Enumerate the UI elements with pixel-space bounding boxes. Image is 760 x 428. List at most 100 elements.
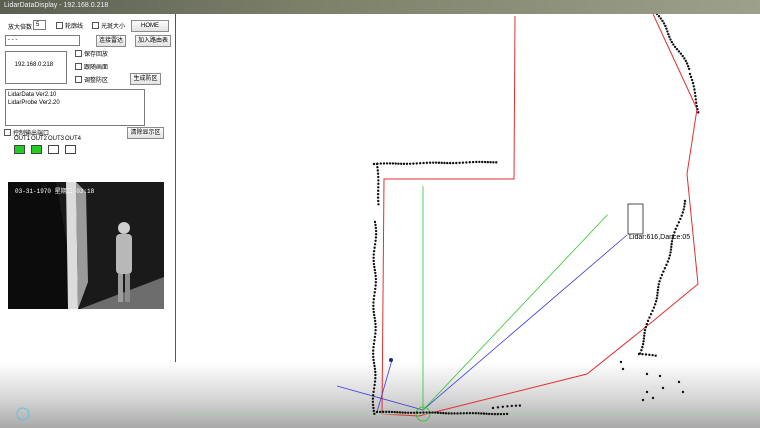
scan-point — [693, 88, 696, 91]
scan-point — [666, 30, 669, 33]
lidar-plot[interactable] — [177, 14, 760, 428]
scan-point — [651, 396, 655, 400]
scan-point — [372, 355, 375, 359]
scan-point — [373, 265, 376, 269]
scan-point — [374, 226, 378, 230]
scan-point — [690, 78, 694, 82]
checkbox-follow-view-box[interactable] — [75, 63, 82, 70]
scan-point — [372, 409, 376, 413]
scan-point — [439, 411, 442, 415]
scan-point — [373, 339, 376, 342]
scan-point — [657, 283, 661, 286]
scan-point — [418, 162, 422, 165]
scan-point — [372, 307, 375, 311]
scan-point — [672, 43, 675, 46]
scan-point — [373, 367, 377, 371]
scan-point — [692, 85, 695, 88]
scan-point — [641, 353, 644, 356]
ip-address-input[interactable]: - - - — [5, 35, 80, 46]
scan-point — [680, 214, 683, 217]
scan-point — [691, 81, 695, 85]
device-list[interactable]: 192.168.0.218 — [5, 51, 67, 84]
zone-outline — [381, 14, 699, 417]
checkbox-outline-box[interactable] — [56, 22, 63, 29]
checkbox-spot-size-box[interactable] — [92, 22, 99, 29]
scan-point — [684, 59, 688, 63]
scan-point — [696, 108, 699, 111]
scan-point — [681, 390, 685, 394]
scan-point — [669, 248, 673, 251]
scan-point — [683, 199, 687, 203]
scan-point — [374, 274, 377, 278]
scan-point — [377, 179, 380, 182]
scan-point — [372, 249, 376, 253]
scan-point — [679, 52, 683, 55]
scan-point — [377, 186, 380, 189]
scan-point — [373, 412, 376, 416]
checkbox-save-playback[interactable]: 保存回放 — [75, 49, 108, 58]
zoom-input[interactable]: 5 — [33, 20, 46, 30]
scan-point — [372, 361, 376, 365]
scan-point — [372, 342, 376, 346]
scan-point — [450, 412, 453, 415]
scan-point — [669, 251, 672, 254]
checkbox-outline[interactable]: 轮廓线 — [56, 21, 83, 30]
checkbox-follow-view[interactable]: 跟随画面 — [75, 62, 108, 71]
out3-indicator — [48, 145, 59, 154]
scan-point — [505, 412, 509, 416]
scan-point — [374, 370, 377, 374]
scan-point — [372, 390, 375, 394]
scan-point — [374, 239, 377, 243]
scan-point — [385, 162, 389, 165]
blue-short-line — [376, 359, 393, 413]
scan-point — [642, 340, 645, 343]
device-list-item[interactable]: 192.168.0.218 — [15, 62, 53, 68]
checkbox-adjust-zone[interactable]: 调整防区 — [75, 75, 108, 84]
scan-point — [660, 273, 664, 277]
add-route-button[interactable]: 加入路由表 — [135, 35, 171, 47]
scan-point — [677, 221, 681, 224]
scan-point — [419, 411, 422, 414]
scan-point — [483, 160, 487, 164]
scan-point — [401, 411, 404, 414]
scan-point — [687, 67, 691, 71]
scan-point — [374, 229, 378, 233]
checkbox-outline-label: 轮廓线 — [65, 24, 84, 30]
blue-beam-axis — [336, 385, 424, 411]
out2-indicator — [31, 145, 42, 154]
scan-point — [377, 182, 380, 186]
version-box: LidarData Ver2.10 LidarProbe Ver2.20 — [5, 89, 145, 126]
scan-point — [372, 387, 376, 390]
out4-label: OUT4 — [65, 136, 82, 142]
camera-view: 03-31-1970 星期二 03:18 — [8, 182, 164, 309]
scan-point — [397, 162, 400, 165]
scan-point — [373, 383, 376, 387]
scan-point — [646, 319, 650, 323]
clear-display-button[interactable]: 清除显示区 — [127, 127, 164, 139]
blue-beam-line — [422, 234, 628, 411]
scan-point — [434, 411, 437, 414]
connect-lidar-button[interactable]: 连接雷达 — [96, 35, 126, 47]
zoom-label: 放大倍数 — [8, 25, 33, 31]
scan-point — [697, 111, 700, 114]
scan-point — [670, 40, 674, 44]
out3-label: OUT3 — [48, 136, 65, 142]
sensor-marker — [389, 358, 393, 362]
scan-point — [375, 162, 379, 166]
checkbox-control-output-box[interactable] — [4, 129, 11, 136]
scan-point — [462, 412, 465, 415]
scan-point — [372, 358, 375, 362]
generate-zone-button[interactable]: 生成防区 — [130, 73, 161, 85]
out2-label: OUT2 — [31, 136, 48, 142]
scan-point — [493, 412, 497, 416]
scan-point — [425, 411, 428, 414]
scan-point — [669, 38, 672, 41]
checkbox-adjust-zone-box[interactable] — [75, 76, 82, 83]
home-button[interactable]: HOME — [131, 20, 169, 32]
scan-point — [478, 160, 481, 164]
checkbox-spot-size[interactable]: 光斑大小 — [92, 21, 125, 30]
scan-point — [406, 411, 410, 414]
scan-point — [683, 202, 686, 205]
scan-point — [640, 349, 643, 352]
checkbox-save-playback-box[interactable] — [75, 50, 82, 57]
